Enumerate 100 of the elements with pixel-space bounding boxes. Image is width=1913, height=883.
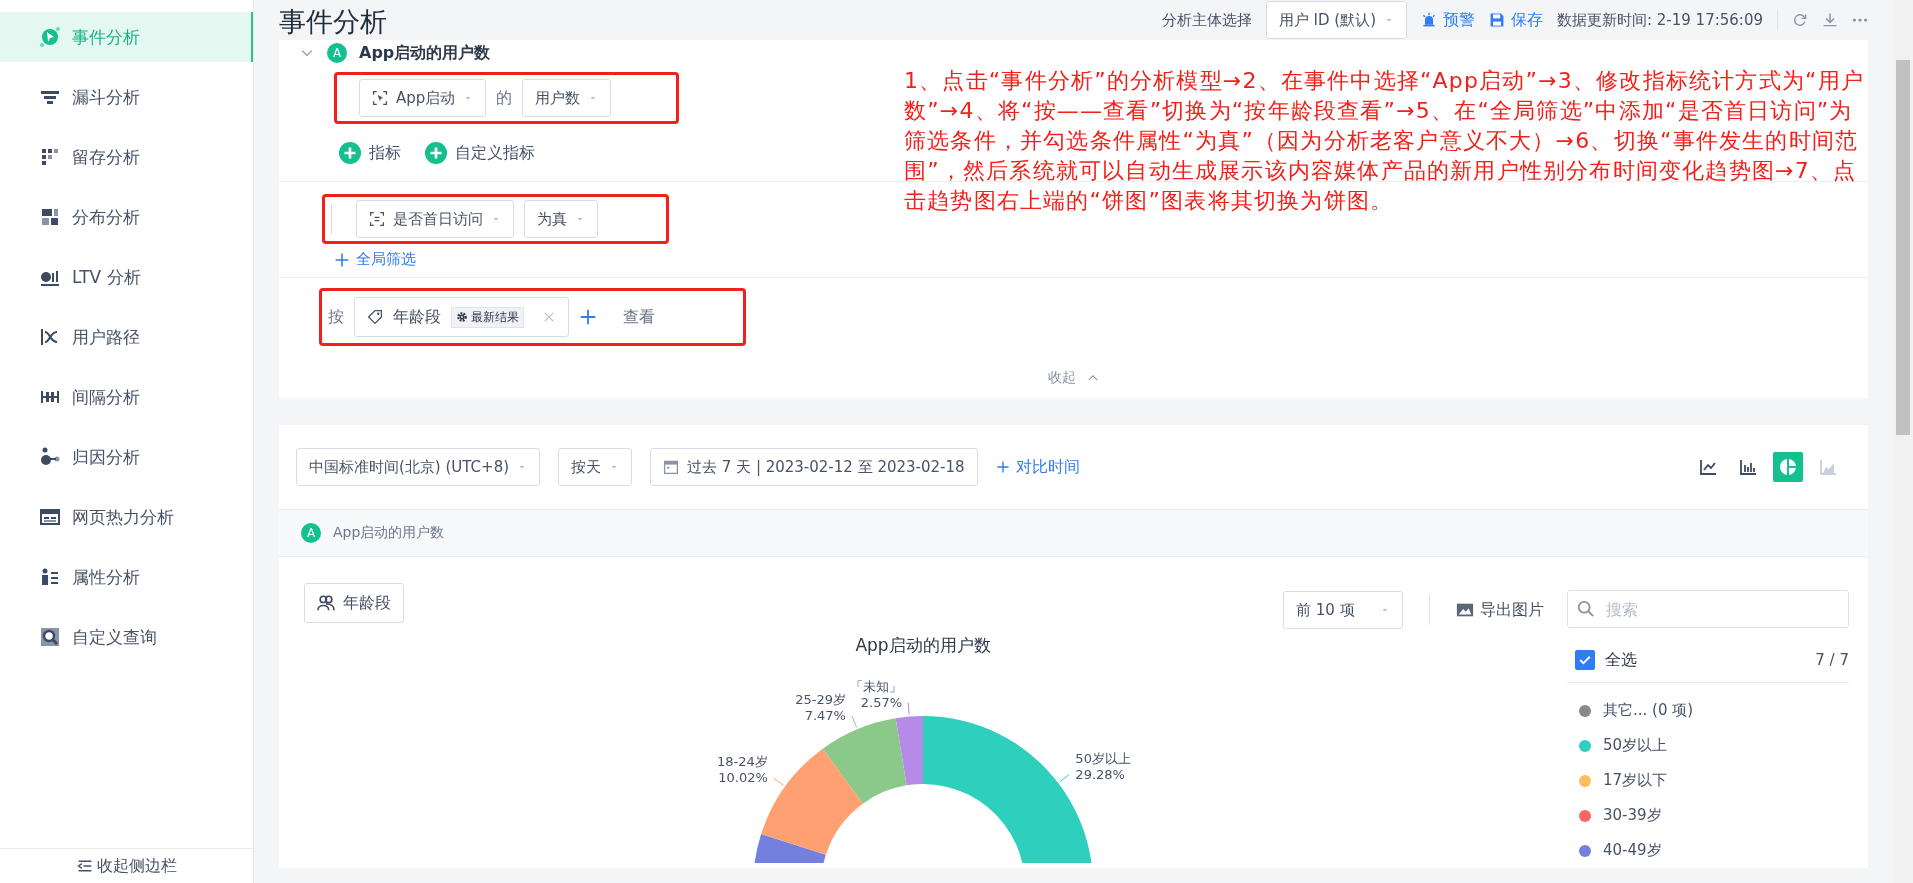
granularity-select[interactable]: 按天 xyxy=(558,448,633,486)
update-time: 数据更新时间: 2-19 17:56:09 xyxy=(1557,10,1763,30)
sidebar-item[interactable]: 间隔分析 xyxy=(0,372,253,422)
group-property: 年龄段 xyxy=(393,306,441,328)
property-select[interactable]: 是否首日访问 xyxy=(356,200,514,238)
shuffle-icon xyxy=(40,327,60,347)
siren-icon xyxy=(1421,12,1437,28)
data-label: 「未知」 xyxy=(850,678,903,694)
collapse-sidebar-button[interactable]: 收起侧边栏 xyxy=(0,848,253,883)
group-prefix: 按 xyxy=(328,306,344,328)
timezone-select[interactable]: 中国标准时间(北京) (UTC+8) xyxy=(296,448,541,486)
search-icon xyxy=(40,627,60,647)
joiner-text: 的 xyxy=(496,87,513,109)
floppy-icon xyxy=(1489,12,1505,28)
group-button[interactable]: 年龄段 xyxy=(304,583,404,623)
event-select[interactable]: App启动 xyxy=(359,79,487,117)
metric-label: App启动的用户数 xyxy=(333,524,445,542)
group-by-field[interactable]: 年龄段 最新结果 xyxy=(354,297,569,337)
page-title: 事件分析 xyxy=(279,5,387,39)
nodes-icon xyxy=(40,447,60,467)
refresh-button[interactable] xyxy=(1792,12,1808,28)
alert-button[interactable]: 预警 xyxy=(1421,9,1475,31)
data-label: 7.47% xyxy=(804,708,846,724)
legend-label[interactable]: 40-49岁 xyxy=(1603,841,1662,860)
chart-title: App启动的用户数 xyxy=(855,635,991,655)
top-n-select[interactable]: 前 10 项 xyxy=(1283,591,1403,629)
global-filter-button[interactable]: 全局筛选 xyxy=(334,250,1868,269)
metric-badge: A xyxy=(327,43,347,63)
data-label: 2.57% xyxy=(860,694,903,710)
subject-select[interactable]: 用户 ID (默认) xyxy=(1265,1,1407,39)
area-chart-icon xyxy=(1818,457,1838,477)
metric-title: App启动的用户数 xyxy=(359,42,491,64)
leader-line xyxy=(773,777,785,786)
measure-select[interactable]: 用户数 xyxy=(522,79,612,117)
data-label: 10.02% xyxy=(718,770,768,786)
plus-icon xyxy=(425,142,447,164)
sidebar-item[interactable]: 属性分析 xyxy=(0,552,253,602)
legend-label[interactable]: 其它... (0 项) xyxy=(1603,701,1694,720)
result-chip[interactable]: 最新结果 xyxy=(451,306,524,328)
legend-label[interactable]: 30-39岁 xyxy=(1603,806,1662,825)
refresh-icon xyxy=(1792,12,1808,28)
search-field[interactable]: 搜索 xyxy=(1567,590,1849,628)
data-label: 18-24岁 xyxy=(717,754,768,770)
legend-label[interactable]: 50岁以上 xyxy=(1603,736,1668,755)
select-all-label: 全选 xyxy=(1605,649,1637,671)
sidebar-item[interactable]: 网页热力分析 xyxy=(0,492,253,542)
leader-line xyxy=(907,702,910,716)
annotation-text: 1、点击“事件分析”的分析模型→2、在事件中选择“App启动”→3、修改指标统计方式为“用户数”→4、将“按——查看”切换为“按年龄段查看”→5、在“全局筛选”中添加“是否首日访问”为筛选条件，并勾选条件属性“为真”（因为分析老客户意义不大）→6、切换“事件发生的时间范围”，然后系统就可以自动生成展示该内容媒体产品的新用户性别分布时间变化趋势图→7、点击趋势图右上端的“饼图”图表将其切换为饼图。 xyxy=(904,67,1866,215)
gear-icon xyxy=(456,311,468,323)
sidebar-item[interactable]: 留存分析 xyxy=(0,132,253,182)
data-label: 25-29岁 xyxy=(795,692,846,708)
export-image-button[interactable]: 导出图片 xyxy=(1456,599,1544,621)
collapse-icon xyxy=(76,858,93,874)
legend-label[interactable]: 17岁以下 xyxy=(1603,771,1668,790)
sidebar-item[interactable]: LTV 分析 xyxy=(0,252,253,302)
plus-icon xyxy=(579,308,597,326)
pie-chart-icon xyxy=(1778,457,1798,477)
add-metric-button[interactable]: 指标 xyxy=(339,142,401,164)
sidebar-item[interactable]: 归因分析 xyxy=(0,432,253,482)
scrollbar[interactable] xyxy=(1893,0,1913,883)
blocks-icon xyxy=(40,207,60,227)
sidebar-item[interactable]: 漏斗分析 xyxy=(0,72,253,122)
add-group-button[interactable] xyxy=(579,308,597,326)
operator-select[interactable]: 为真 xyxy=(524,200,598,238)
group-suffix: 查看 xyxy=(623,306,655,328)
data-label: 50岁以上 xyxy=(1075,750,1131,766)
remove-button[interactable] xyxy=(542,310,556,324)
plus-icon xyxy=(334,251,350,268)
calendar-icon xyxy=(663,459,680,475)
search-icon xyxy=(1577,600,1595,618)
selection-count: 7 / 7 xyxy=(1815,651,1849,669)
add-metric-button[interactable]: 自定义指标 xyxy=(425,142,535,164)
compare-time-button[interactable]: 对比时间 xyxy=(995,456,1080,478)
download-icon xyxy=(1822,12,1838,28)
download-button[interactable] xyxy=(1822,12,1838,28)
grid-icon xyxy=(40,147,60,167)
leader-line xyxy=(1059,774,1070,783)
sidebar-item[interactable]: 自定义查询 xyxy=(0,612,253,662)
subject-label: 分析主体选择 xyxy=(1161,10,1252,30)
data-label: 29.28% xyxy=(1075,766,1125,782)
bar-chart-icon xyxy=(1738,457,1758,477)
image-icon xyxy=(1456,601,1474,619)
person-list-icon xyxy=(40,567,60,587)
sidebar-item[interactable]: 用户路径 xyxy=(0,312,253,362)
select-all-checkbox[interactable] xyxy=(1575,650,1595,670)
plus-icon xyxy=(339,142,361,164)
event-icon xyxy=(372,90,388,106)
cursor-icon xyxy=(40,27,60,47)
webpage-icon xyxy=(40,507,60,527)
save-button[interactable]: 保存 xyxy=(1489,9,1543,31)
people-icon xyxy=(317,594,335,612)
tag-icon xyxy=(367,309,383,325)
leader-line xyxy=(851,715,858,728)
line-chart-icon xyxy=(1698,457,1718,477)
property-icon xyxy=(369,211,385,227)
sidebar-item[interactable]: 分布分析 xyxy=(0,192,253,242)
close-icon xyxy=(542,310,556,324)
date-range-picker[interactable]: 过去 7 天 | 2023-02-12 至 2023-02-18 xyxy=(650,448,978,486)
metric-badge: A xyxy=(301,523,321,543)
plus-icon xyxy=(995,460,1010,474)
